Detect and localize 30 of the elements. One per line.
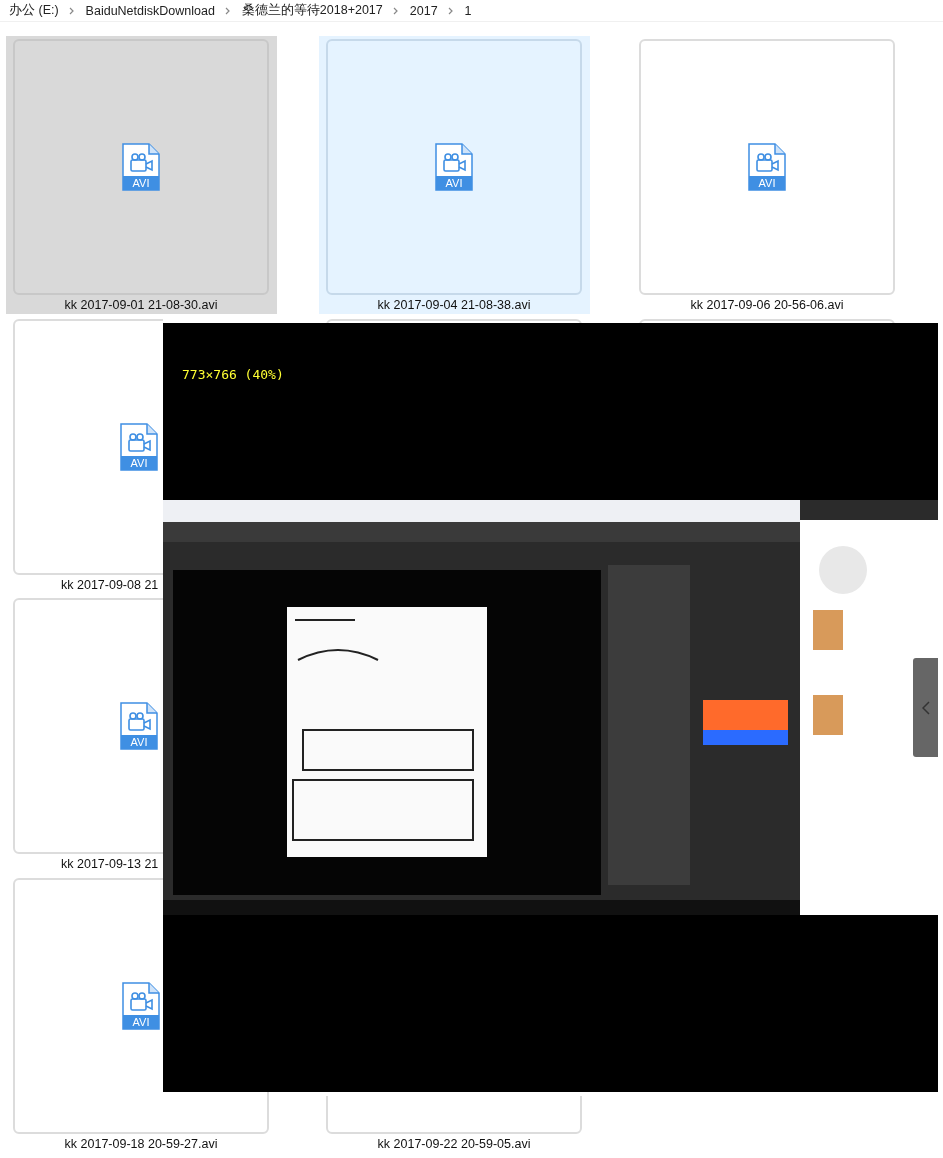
file-thumbnail[interactable] [326,1095,582,1134]
file-thumbnail[interactable]: AVI [639,39,895,295]
video-file-icon: AVI [122,981,160,1030]
chevron-icon [447,6,453,15]
file-thumbnail[interactable]: AVI [13,598,163,854]
video-file-icon: AVI [435,143,473,191]
file-name: kk 2017-09-01 21-08-30.avi [63,298,219,312]
file-name: kk 2017-09-04 21-08-38.avi [376,298,532,312]
chevron-icon [392,6,398,15]
image-size-text: 773×766 (40%) [182,367,284,382]
video-file-icon: AVI [748,143,786,191]
file-thumbnail[interactable]: AVI [13,39,269,295]
video-file-icon: AVI [120,702,158,750]
file-thumbnail[interactable]: AVI [13,318,163,575]
file-name: kk 2017-09-13 21 [60,857,160,871]
chevron-icon [68,6,74,15]
file-name: kk 2017-09-18 20-59-27.avi [63,1136,219,1151]
video-file-icon: AVI [122,143,160,191]
file-name: kk 2017-09-22 20-59-05.avi [376,1136,532,1151]
breadcrumb-item[interactable]: 办公 (E:) [9,2,59,19]
file-name: kk 2017-09-08 21 [60,577,160,592]
breadcrumb-item[interactable]: 2017 [409,3,438,18]
chevron-icon [224,6,230,15]
breadcrumb-item[interactable]: 桑德兰的等待2018+2017 [241,2,383,19]
video-file-icon: AVI [120,422,158,471]
file-name: kk 2017-09-06 20-56-06.avi [689,298,845,312]
chevron-left-icon [921,700,930,715]
breadcrumb-item[interactable]: 1 [464,3,472,18]
breadcrumb-item[interactable]: BaiduNetdiskDownload [85,3,215,18]
file-thumbnail[interactable]: AVI [326,39,582,295]
